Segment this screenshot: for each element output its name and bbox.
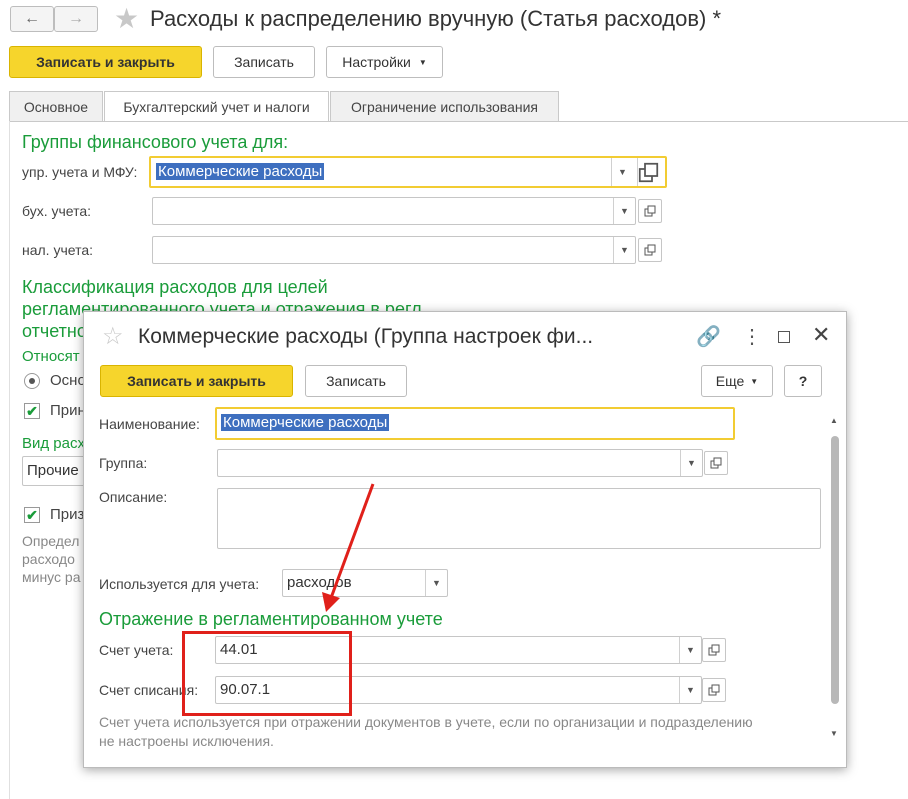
annotation-arrow-icon [322,483,375,612]
